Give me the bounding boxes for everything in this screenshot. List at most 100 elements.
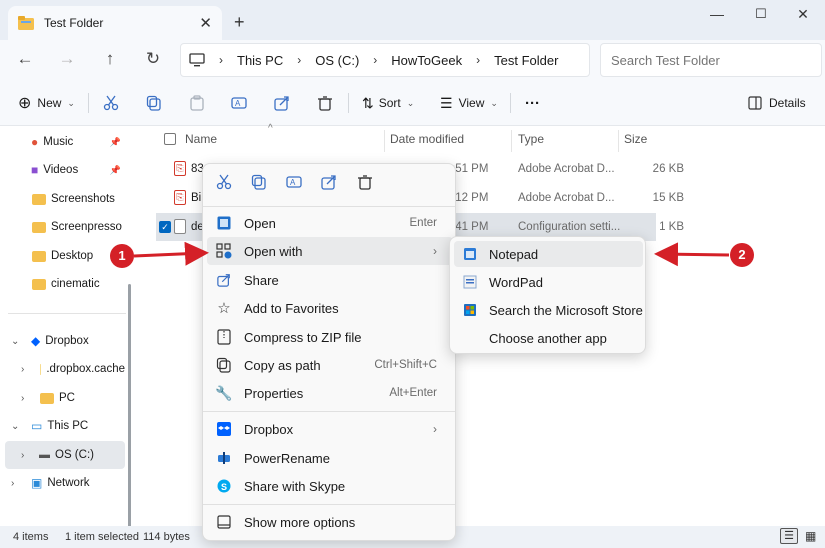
breadcrumb-os-c[interactable]: OS (C:) xyxy=(315,53,359,68)
back-button[interactable]: ← xyxy=(12,48,38,72)
sidebar-item-label: .dropbox.cache xyxy=(46,363,125,375)
tiles-view-icon[interactable]: ▦ xyxy=(805,529,816,543)
submenu-item-label: Search the Microsoft Store xyxy=(489,302,643,318)
sidebar-item-screenshots[interactable]: Screenshots xyxy=(0,186,125,212)
select-all-checkbox[interactable] xyxy=(164,133,176,145)
sidebar-item-label: Dropbox xyxy=(45,335,89,347)
sidebar-item-cinematic[interactable]: cinematic xyxy=(0,271,125,297)
chevron-right-icon: › xyxy=(297,53,302,67)
refresh-button[interactable]: ↻ xyxy=(140,48,166,72)
address-bar[interactable]: › This PC › OS (C:) › HowToGeek › Test F… xyxy=(180,43,590,77)
submenu-item-label: WordPad xyxy=(489,274,543,290)
submenu-item-choose-another-app[interactable]: Choose another app xyxy=(454,325,643,351)
file-size: 15 KB xyxy=(652,192,684,204)
sidebar-scrollbar[interactable] xyxy=(128,284,131,529)
cut-action[interactable] xyxy=(212,174,236,196)
menu-item-powerrename[interactable]: PowerRename xyxy=(207,444,453,472)
minimize-button[interactable]: — xyxy=(707,6,727,22)
paste-button[interactable] xyxy=(189,91,205,115)
sidebar-item-screenpresso[interactable]: Screenpresso xyxy=(0,214,125,240)
breadcrumb-this-pc[interactable]: This PC xyxy=(237,53,283,68)
submenu-item-notepad[interactable]: Notepad xyxy=(454,241,643,267)
menu-item-show-more-options[interactable]: Show more options xyxy=(207,508,453,536)
sidebar-item-label: Screenshots xyxy=(51,193,115,205)
annotation-badge-2: 2 xyxy=(730,243,754,267)
up-button[interactable]: ↑ xyxy=(97,48,123,72)
sidebar-item-desktop[interactable]: Desktop xyxy=(0,243,125,269)
folder-icon xyxy=(32,221,46,233)
details-view-icon[interactable]: ☰ xyxy=(780,528,798,544)
title-bar: Test Folder ✕ + — ☐ ✕ xyxy=(0,0,825,40)
menu-item-copy-as-path[interactable]: Copy as path Ctrl+Shift+C xyxy=(207,351,453,379)
checkbox-checked[interactable]: ✓ xyxy=(159,221,171,233)
new-button[interactable]: ⊕ New ⌄ xyxy=(18,91,75,115)
file-size: 26 KB xyxy=(652,163,684,175)
rename-button[interactable]: A xyxy=(231,91,247,115)
sort-icon: ⇅ xyxy=(362,94,374,111)
view-button[interactable]: ☰ View ⌄ xyxy=(440,91,498,115)
tab-test-folder[interactable]: Test Folder ✕ xyxy=(8,6,222,40)
new-tab-button[interactable]: + xyxy=(234,12,245,33)
sidebar-item-os-c[interactable]: › ▬ OS (C:) xyxy=(5,441,125,469)
delete-action[interactable] xyxy=(353,174,377,196)
more-options-button[interactable]: ··· xyxy=(525,91,540,115)
chevron-right-icon: › xyxy=(21,363,25,375)
menu-item-share[interactable]: Share xyxy=(207,266,453,294)
copy-action[interactable] xyxy=(247,174,271,196)
folder-icon xyxy=(32,278,46,290)
search-input[interactable] xyxy=(611,53,811,68)
cut-button[interactable] xyxy=(103,91,119,115)
menu-item-add-to-favorites[interactable]: ☆ Add to Favorites xyxy=(207,294,453,322)
copy-icon xyxy=(251,174,266,190)
column-header-date[interactable]: Date modified xyxy=(390,132,464,146)
sort-button[interactable]: ⇅ Sort ⌄ xyxy=(362,91,414,115)
sidebar-item-dropbox[interactable]: ⌄ ◆ Dropbox xyxy=(0,328,125,354)
menu-item-share-with-skype[interactable]: S Share with Skype xyxy=(207,472,453,500)
chevron-right-icon: › xyxy=(21,392,25,404)
sidebar-item-this-pc[interactable]: ⌄ ▭ This PC xyxy=(0,413,125,439)
video-icon: ■ xyxy=(31,163,39,177)
sidebar-item-dropbox-cache[interactable]: › .dropbox.cache xyxy=(0,356,125,382)
pdf-icon: ⎘ xyxy=(174,190,186,205)
chevron-right-icon: › xyxy=(219,53,223,67)
breadcrumb-test-folder[interactable]: Test Folder xyxy=(494,53,558,68)
menu-item-properties[interactable]: 🔧 Properties Alt+Enter xyxy=(207,379,453,407)
view-label: View xyxy=(458,96,485,110)
sidebar-item-network[interactable]: › ▣ Network xyxy=(0,470,125,496)
menu-item-compress-zip[interactable]: Compress to ZIP file xyxy=(207,323,453,351)
chevron-down-icon: ⌄ xyxy=(490,97,498,108)
column-header-size[interactable]: Size xyxy=(624,132,647,146)
submenu-item-wordpad[interactable]: WordPad xyxy=(454,269,643,295)
column-header-name[interactable]: Name xyxy=(185,132,217,146)
maximize-button[interactable]: ☐ xyxy=(751,6,771,22)
search-box[interactable] xyxy=(600,43,822,77)
music-icon: ● xyxy=(31,135,39,149)
sidebar-item-pc[interactable]: › PC xyxy=(0,385,125,411)
sidebar-item-videos[interactable]: ■ Videos 📌 xyxy=(0,157,125,183)
chevron-up-icon: ^ xyxy=(268,123,273,134)
breadcrumb-howtogeek[interactable]: HowToGeek xyxy=(391,53,462,68)
pin-icon: 📌 xyxy=(109,136,121,147)
sidebar-item-label: Music xyxy=(43,136,74,148)
chevron-right-icon: › xyxy=(476,53,481,67)
menu-item-open[interactable]: Open Enter xyxy=(207,209,453,237)
share-button[interactable] xyxy=(274,91,290,115)
sidebar-item-label: Desktop xyxy=(51,250,94,262)
delete-button[interactable] xyxy=(317,91,333,115)
rename-action[interactable]: A xyxy=(282,174,306,196)
submenu-item-microsoft-store[interactable]: Search the Microsoft Store xyxy=(454,297,643,323)
sidebar-item-music[interactable]: ● Music 📌 xyxy=(0,129,125,155)
share-action[interactable] xyxy=(317,174,341,196)
details-button[interactable]: Details xyxy=(748,91,806,115)
svg-text:A: A xyxy=(235,99,241,108)
menu-item-open-with[interactable]: Open with › xyxy=(207,237,453,265)
copy-button[interactable] xyxy=(146,91,162,115)
close-tab-icon[interactable]: ✕ xyxy=(199,14,212,32)
close-window-button[interactable]: ✕ xyxy=(793,6,813,23)
menu-item-dropbox[interactable]: Dropbox › xyxy=(207,415,453,443)
column-header-type[interactable]: Type xyxy=(518,132,544,146)
file-size: 1 KB xyxy=(659,221,684,233)
menu-item-shortcut: Alt+Enter xyxy=(389,387,437,399)
forward-button[interactable]: → xyxy=(54,48,80,72)
chevron-right-icon: › xyxy=(11,477,15,489)
